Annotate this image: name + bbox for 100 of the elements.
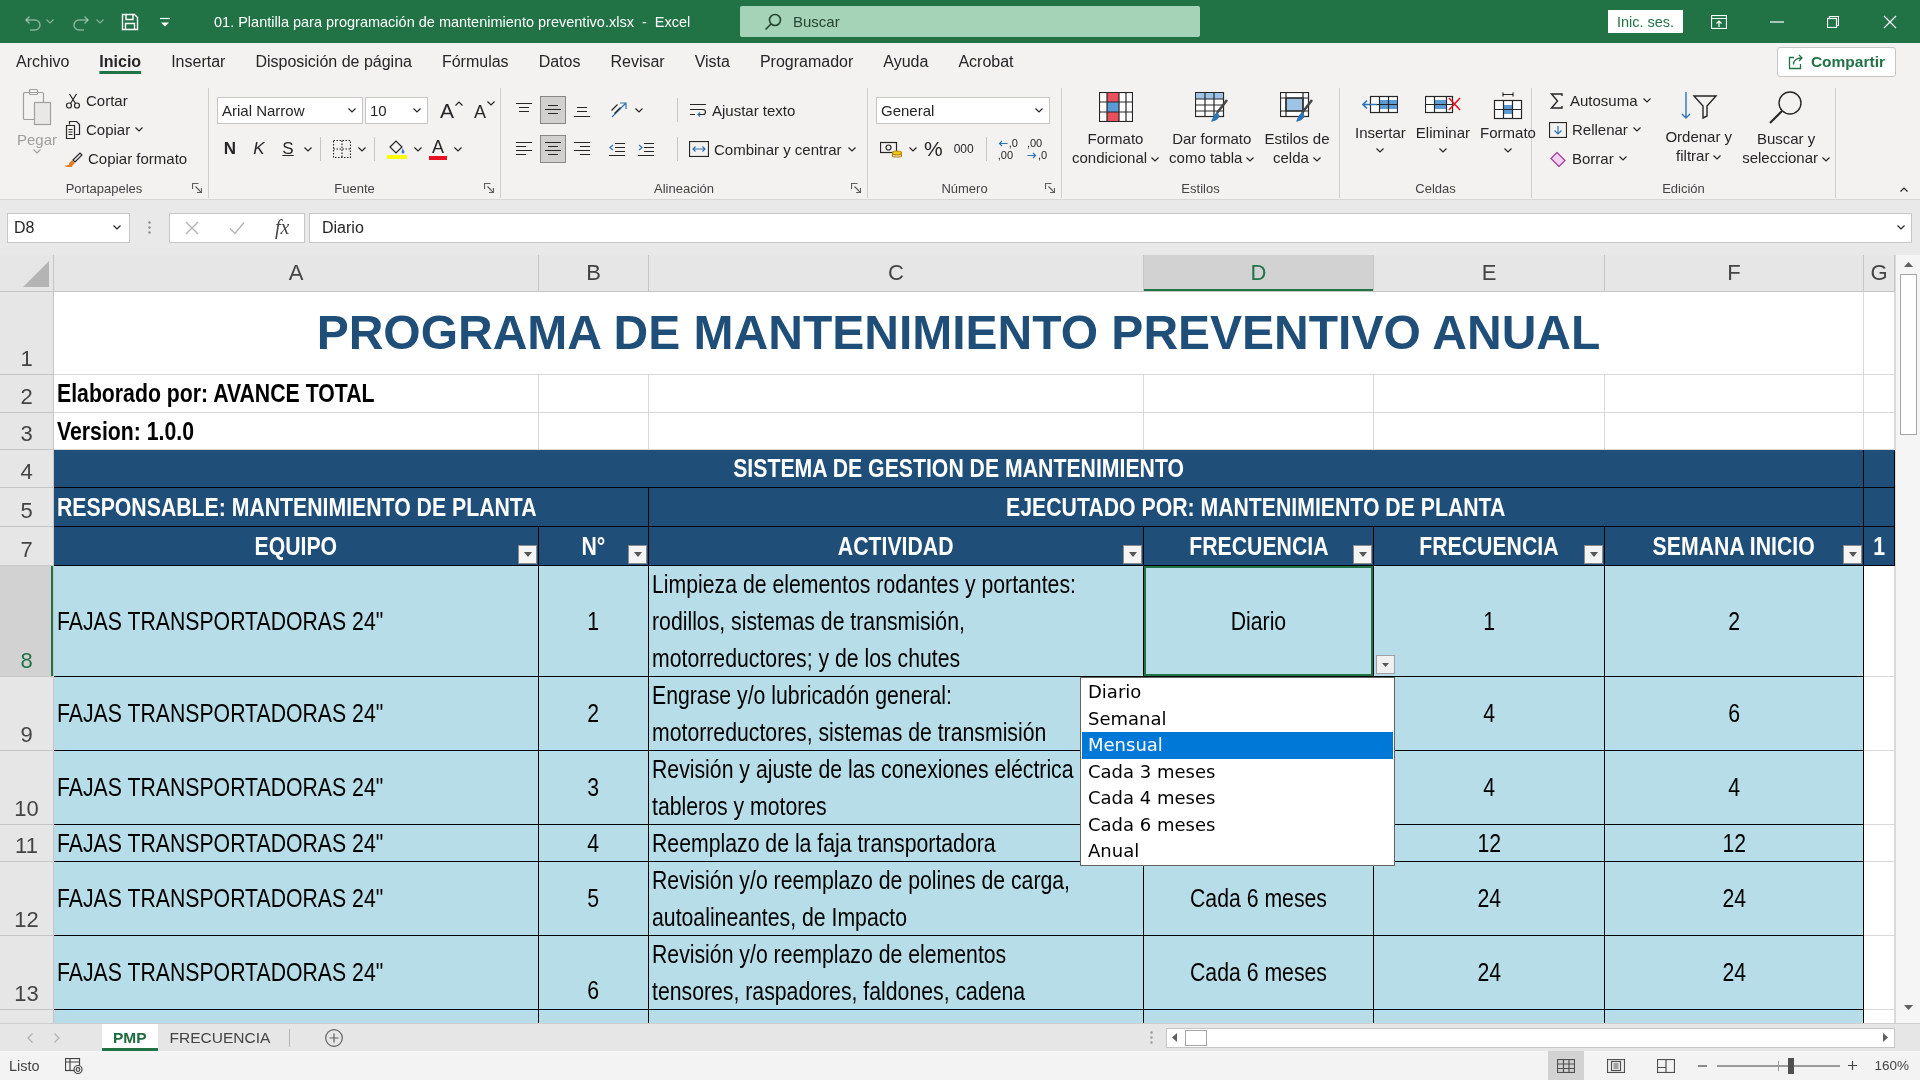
column-header[interactable]: G bbox=[1864, 255, 1895, 292]
thousands-button[interactable]: 000 bbox=[949, 135, 978, 163]
triangle-right-icon[interactable] bbox=[1883, 1033, 1888, 1042]
row-header[interactable]: 7 bbox=[0, 527, 54, 566]
fill-button[interactable]: Rellenar bbox=[1546, 115, 1661, 144]
filter-button[interactable] bbox=[628, 545, 647, 564]
filter-button[interactable] bbox=[1353, 545, 1372, 564]
ribbon-tab[interactable]: Vista bbox=[679, 43, 745, 80]
scrollbar-thumb[interactable] bbox=[1899, 274, 1917, 435]
caret-icon[interactable] bbox=[413, 107, 421, 113]
ribbon-tab[interactable]: Archivo bbox=[1, 43, 85, 80]
ribbon-tab[interactable]: Revisar bbox=[595, 43, 680, 80]
caret-icon[interactable] bbox=[358, 146, 366, 152]
corner-arrow-icon[interactable] bbox=[851, 183, 861, 193]
underline-button[interactable]: S bbox=[275, 135, 301, 163]
share-button[interactable]: Compartir bbox=[1776, 46, 1896, 77]
caret-icon[interactable] bbox=[1246, 156, 1255, 162]
sheet-tab[interactable]: FRECUENCIA bbox=[158, 1024, 282, 1051]
caret-icon[interactable] bbox=[1035, 107, 1043, 113]
row-header[interactable]: 12 bbox=[0, 862, 54, 936]
caret-icon[interactable] bbox=[909, 146, 917, 152]
caret-up-icon[interactable] bbox=[455, 101, 463, 106]
panel-arrow-icon[interactable] bbox=[1711, 14, 1727, 29]
grow-font-button[interactable]: A bbox=[436, 96, 467, 124]
caret-up-icon[interactable] bbox=[1900, 187, 1908, 192]
caret-icon[interactable] bbox=[1312, 156, 1321, 162]
minus-icon[interactable] bbox=[1698, 1064, 1708, 1067]
caret-icon[interactable] bbox=[414, 146, 422, 152]
check-icon[interactable] bbox=[229, 220, 245, 235]
corner-arrow-icon[interactable] bbox=[1045, 183, 1055, 193]
shrink-font-button[interactable]: A bbox=[470, 96, 500, 124]
row-header[interactable]: 8 bbox=[0, 566, 54, 677]
scrollbar-thumb[interactable] bbox=[1185, 1029, 1207, 1046]
corner-arrow-icon[interactable] bbox=[192, 183, 202, 193]
caret-icon[interactable] bbox=[113, 225, 121, 230]
cut-button[interactable]: Cortar bbox=[62, 86, 191, 115]
number-format-box[interactable]: General bbox=[876, 96, 1050, 124]
bold-button[interactable]: N bbox=[217, 135, 243, 163]
filter-button[interactable] bbox=[1123, 545, 1142, 564]
column-header[interactable]: D bbox=[1144, 255, 1374, 292]
caret-icon[interactable] bbox=[1438, 148, 1447, 153]
caret-icon[interactable] bbox=[487, 101, 496, 106]
list-option[interactable]: Diario bbox=[1082, 679, 1393, 706]
dropdown-button[interactable] bbox=[1376, 655, 1395, 674]
format-table-button[interactable]: Dar formato como tabla bbox=[1164, 88, 1260, 167]
italic-button[interactable]: K bbox=[246, 135, 272, 163]
column-header[interactable]: A bbox=[54, 255, 539, 292]
row-header[interactable]: 2 bbox=[0, 375, 54, 413]
caret-icon[interactable] bbox=[635, 107, 643, 113]
plus-circle-icon[interactable] bbox=[325, 1028, 344, 1047]
caret-icon[interactable] bbox=[1642, 98, 1651, 103]
caret-icon[interactable] bbox=[454, 146, 462, 152]
ribbon-tab[interactable]: Insertar bbox=[156, 43, 241, 80]
list-option[interactable]: Anual bbox=[1082, 838, 1393, 865]
minimize-icon[interactable] bbox=[1770, 20, 1784, 23]
delete-cells-button[interactable]: Eliminar bbox=[1410, 88, 1476, 153]
list-option[interactable]: Cada 3 meses bbox=[1082, 758, 1393, 785]
row-header[interactable]: 5 bbox=[0, 488, 54, 527]
caret-icon[interactable] bbox=[1897, 225, 1905, 230]
merge-center-button[interactable]: Combinar y centrar bbox=[686, 134, 845, 164]
save-icon[interactable] bbox=[120, 11, 140, 32]
restore-icon[interactable] bbox=[1827, 15, 1839, 28]
sort-filter-button[interactable]: Ordenar y filtrar bbox=[1660, 88, 1738, 165]
caret-icon[interactable] bbox=[1618, 156, 1627, 161]
row-header[interactable]: 1 bbox=[0, 292, 54, 375]
autosum-button[interactable]: Autosuma bbox=[1546, 86, 1661, 115]
font-name-box[interactable]: Arial Narrow bbox=[217, 96, 363, 124]
row-header[interactable]: 11 bbox=[0, 825, 54, 862]
cell-styles-button[interactable]: Estilos de celda bbox=[1259, 88, 1335, 167]
copy-button[interactable]: Copiar bbox=[62, 115, 191, 144]
caret-icon[interactable] bbox=[1822, 156, 1830, 162]
font-size-box[interactable]: 10 bbox=[365, 96, 428, 124]
sign-in-button[interactable]: Inic. ses. bbox=[1608, 10, 1683, 33]
find-select-button[interactable]: Buscar y seleccionar bbox=[1737, 88, 1835, 167]
increase-decimal-button[interactable]: ,0 ,00 bbox=[994, 135, 1021, 163]
wrap-text-button[interactable]: Ajustar texto bbox=[686, 95, 799, 125]
decrease-decimal-button[interactable]: ,00 ,0 bbox=[1023, 135, 1051, 163]
format-cells-button[interactable]: Formato bbox=[1475, 88, 1541, 153]
triangle-up-icon[interactable] bbox=[1903, 262, 1913, 267]
search-field[interactable]: Buscar bbox=[740, 6, 1200, 37]
name-box[interactable]: D8 bbox=[7, 212, 130, 243]
font-color-button[interactable]: A bbox=[425, 135, 451, 163]
ribbon-tab[interactable]: Programador bbox=[744, 43, 869, 80]
align-middle-button[interactable] bbox=[540, 96, 566, 124]
column-header[interactable]: E bbox=[1374, 255, 1605, 292]
row-header[interactable]: 3 bbox=[0, 413, 54, 450]
caret-icon[interactable] bbox=[1151, 156, 1160, 162]
filter-button[interactable] bbox=[1584, 545, 1603, 564]
row-header[interactable]: 13 bbox=[0, 936, 54, 1010]
list-option[interactable]: Semanal bbox=[1082, 705, 1393, 732]
caret-icon[interactable] bbox=[1503, 148, 1512, 153]
sheet-tab[interactable]: PMP bbox=[102, 1024, 158, 1051]
format-painter-button[interactable]: Copiar formato bbox=[62, 144, 191, 173]
page-record-icon[interactable] bbox=[64, 1057, 83, 1074]
row-header[interactable]: 9 bbox=[0, 677, 54, 751]
formula-input[interactable]: Diario bbox=[309, 212, 1912, 243]
triangle-left-icon[interactable] bbox=[1172, 1033, 1177, 1042]
slider-thumb[interactable] bbox=[1788, 1057, 1795, 1074]
ribbon-tab[interactable]: Acrobat bbox=[943, 43, 1029, 80]
clear-button[interactable]: Borrar bbox=[1546, 144, 1661, 173]
